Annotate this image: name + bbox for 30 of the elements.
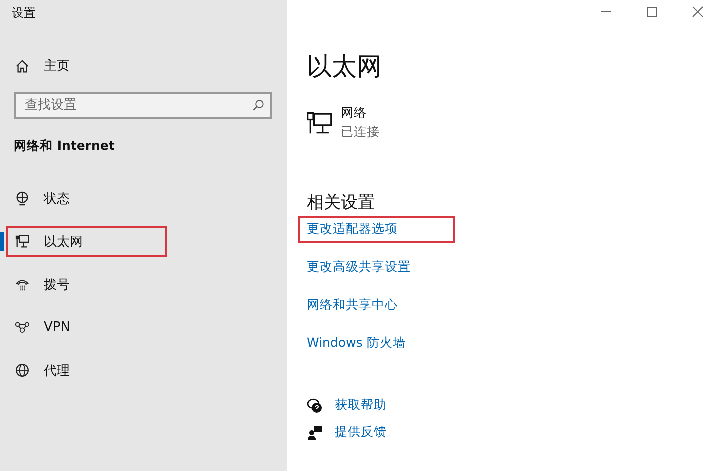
settings-link[interactable]: 更改适配器选项 — [298, 216, 455, 243]
section-heading: 网络和 Internet — [13, 138, 116, 155]
window-title: 设置 — [11, 5, 37, 22]
ethernet-icon — [15, 234, 30, 249]
settings-link[interactable]: 网络和共享中心 — [298, 292, 455, 319]
search-field[interactable]: 查找设置 — [14, 92, 272, 119]
globe-icon — [15, 363, 30, 378]
network-name: 网络 — [341, 105, 368, 122]
nav-item[interactable]: 拨号 — [6, 269, 167, 300]
settings-link[interactable]: 更改高级共享设置 — [298, 254, 455, 281]
network-status: 已连接 — [341, 124, 380, 141]
help-chat-icon — [307, 398, 323, 414]
vpn-icon — [15, 320, 30, 335]
nav-item[interactable]: 以太网 — [6, 226, 167, 257]
related-settings-heading: 相关设置 — [307, 192, 376, 214]
help-link[interactable]: 提供反馈 — [335, 424, 387, 441]
status-icon — [15, 191, 30, 206]
home-icon — [15, 58, 30, 74]
help-link[interactable]: 获取帮助 — [335, 397, 387, 414]
close-button[interactable] — [692, 6, 704, 18]
maximize-button[interactable] — [646, 6, 658, 18]
nav-item[interactable]: VPN — [6, 312, 167, 343]
home-link[interactable]: 主页 — [0, 57, 70, 75]
nav-item[interactable]: 状态 — [6, 183, 167, 214]
search-icon — [252, 99, 265, 112]
nav-item[interactable]: 代理 — [6, 355, 167, 386]
page-title: 以太网 — [307, 51, 383, 83]
settings-link[interactable]: Windows 防火墙 — [298, 330, 455, 357]
feedback-icon — [307, 424, 323, 440]
ethernet-icon — [307, 111, 333, 135]
